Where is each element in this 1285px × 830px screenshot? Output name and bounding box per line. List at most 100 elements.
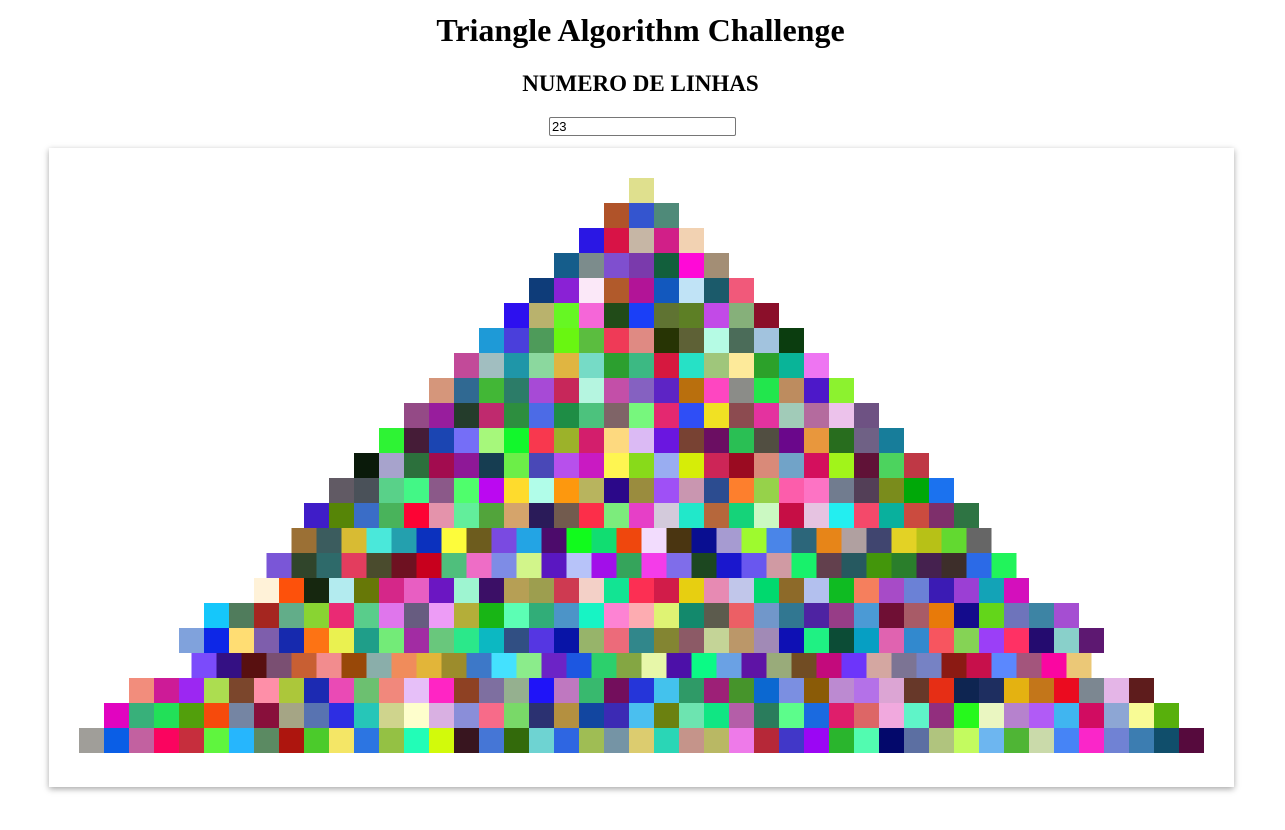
triangle-cell <box>579 628 604 653</box>
triangle-cell <box>704 728 729 753</box>
triangle-cell <box>416 528 442 553</box>
triangle-cell <box>779 728 804 753</box>
triangle-cell <box>341 653 367 678</box>
triangle-cell <box>454 728 479 753</box>
triangle-cell <box>229 678 254 703</box>
triangle-cell <box>629 578 654 603</box>
triangle-cell <box>754 728 779 753</box>
triangle-cell <box>979 603 1004 628</box>
triangle-cell <box>604 303 629 328</box>
triangle-cell <box>429 578 454 603</box>
triangle-cell <box>1154 703 1179 728</box>
triangle-cell <box>604 603 629 628</box>
triangle-cell <box>1079 728 1104 753</box>
triangle-cell <box>729 728 754 753</box>
triangle-cell <box>829 628 854 653</box>
triangle-cell <box>429 428 454 453</box>
triangle-cell <box>604 353 629 378</box>
triangle-cell <box>679 353 704 378</box>
triangle-cell <box>454 403 479 428</box>
triangle-cell <box>779 378 804 403</box>
triangle-cell <box>729 703 754 728</box>
triangle-cell <box>979 728 1004 753</box>
triangle-cell <box>804 453 829 478</box>
triangle-cell <box>766 528 792 553</box>
triangle-cell <box>716 653 742 678</box>
triangle-cell <box>529 453 554 478</box>
triangle-cell <box>379 428 404 453</box>
triangle-cell <box>854 503 879 528</box>
triangle-cell <box>579 303 604 328</box>
triangle-cell <box>604 628 629 653</box>
triangle-cell <box>279 578 304 603</box>
triangle-cell <box>679 378 704 403</box>
triangle-cell <box>479 353 504 378</box>
triangle-cell <box>991 653 1017 678</box>
triangle-cell <box>654 303 679 328</box>
triangle-cell <box>479 503 504 528</box>
rows-count-input[interactable] <box>549 117 736 136</box>
triangle-cell <box>316 528 342 553</box>
triangle-cell <box>329 503 354 528</box>
triangle-cell <box>654 228 679 253</box>
triangle-cell <box>254 628 279 653</box>
triangle-cell <box>104 703 129 728</box>
triangle-cell <box>629 628 654 653</box>
triangle-cell <box>104 728 129 753</box>
triangle-cell <box>204 728 229 753</box>
triangle-cell <box>404 478 429 503</box>
triangle-cell <box>779 503 804 528</box>
triangle-cell <box>629 678 654 703</box>
triangle-cell <box>541 653 567 678</box>
triangle-cell <box>1029 628 1054 653</box>
triangle-cell <box>554 453 579 478</box>
triangle-cell <box>479 403 504 428</box>
triangle-cell <box>429 403 454 428</box>
triangle-cell <box>466 553 492 578</box>
triangle-cell <box>504 603 529 628</box>
triangle-cell <box>329 728 354 753</box>
triangle-cell <box>554 728 579 753</box>
triangle-cell <box>654 253 679 278</box>
triangle-cell <box>354 453 379 478</box>
triangle-cell <box>1129 678 1154 703</box>
triangle-cell <box>504 303 529 328</box>
triangle-cell <box>479 628 504 653</box>
triangle-cell <box>454 503 479 528</box>
triangle-cell <box>379 703 404 728</box>
triangle-cell <box>579 328 604 353</box>
triangle-cell <box>741 653 767 678</box>
triangle-cell <box>754 603 779 628</box>
triangle-cell <box>491 653 517 678</box>
triangle-cell <box>679 678 704 703</box>
triangle-cell <box>279 728 304 753</box>
triangle-cell <box>204 603 229 628</box>
triangle-cell <box>966 553 992 578</box>
triangle-cell <box>441 528 467 553</box>
triangle-cell <box>279 703 304 728</box>
triangle-cell <box>554 603 579 628</box>
triangle-cell <box>579 478 604 503</box>
triangle-cell <box>804 603 829 628</box>
triangle-cell <box>654 728 679 753</box>
triangle-cell <box>779 428 804 453</box>
triangle-cell <box>854 428 879 453</box>
triangle-cell <box>679 603 704 628</box>
triangle-cell <box>954 678 979 703</box>
triangle-cell <box>866 528 892 553</box>
triangle-cell <box>454 603 479 628</box>
triangle-cell <box>379 603 404 628</box>
triangle-cell <box>241 653 267 678</box>
triangle-cell <box>266 653 292 678</box>
triangle-cell <box>391 653 417 678</box>
triangle-cell <box>679 303 704 328</box>
triangle-cell <box>554 403 579 428</box>
triangle-cell <box>554 278 579 303</box>
triangle-cell <box>679 253 704 278</box>
triangle-cell <box>529 378 554 403</box>
triangle-cell <box>629 328 654 353</box>
triangle-cell <box>729 603 754 628</box>
triangle-cell <box>604 378 629 403</box>
triangle-cell <box>629 603 654 628</box>
triangle-cell <box>154 728 179 753</box>
